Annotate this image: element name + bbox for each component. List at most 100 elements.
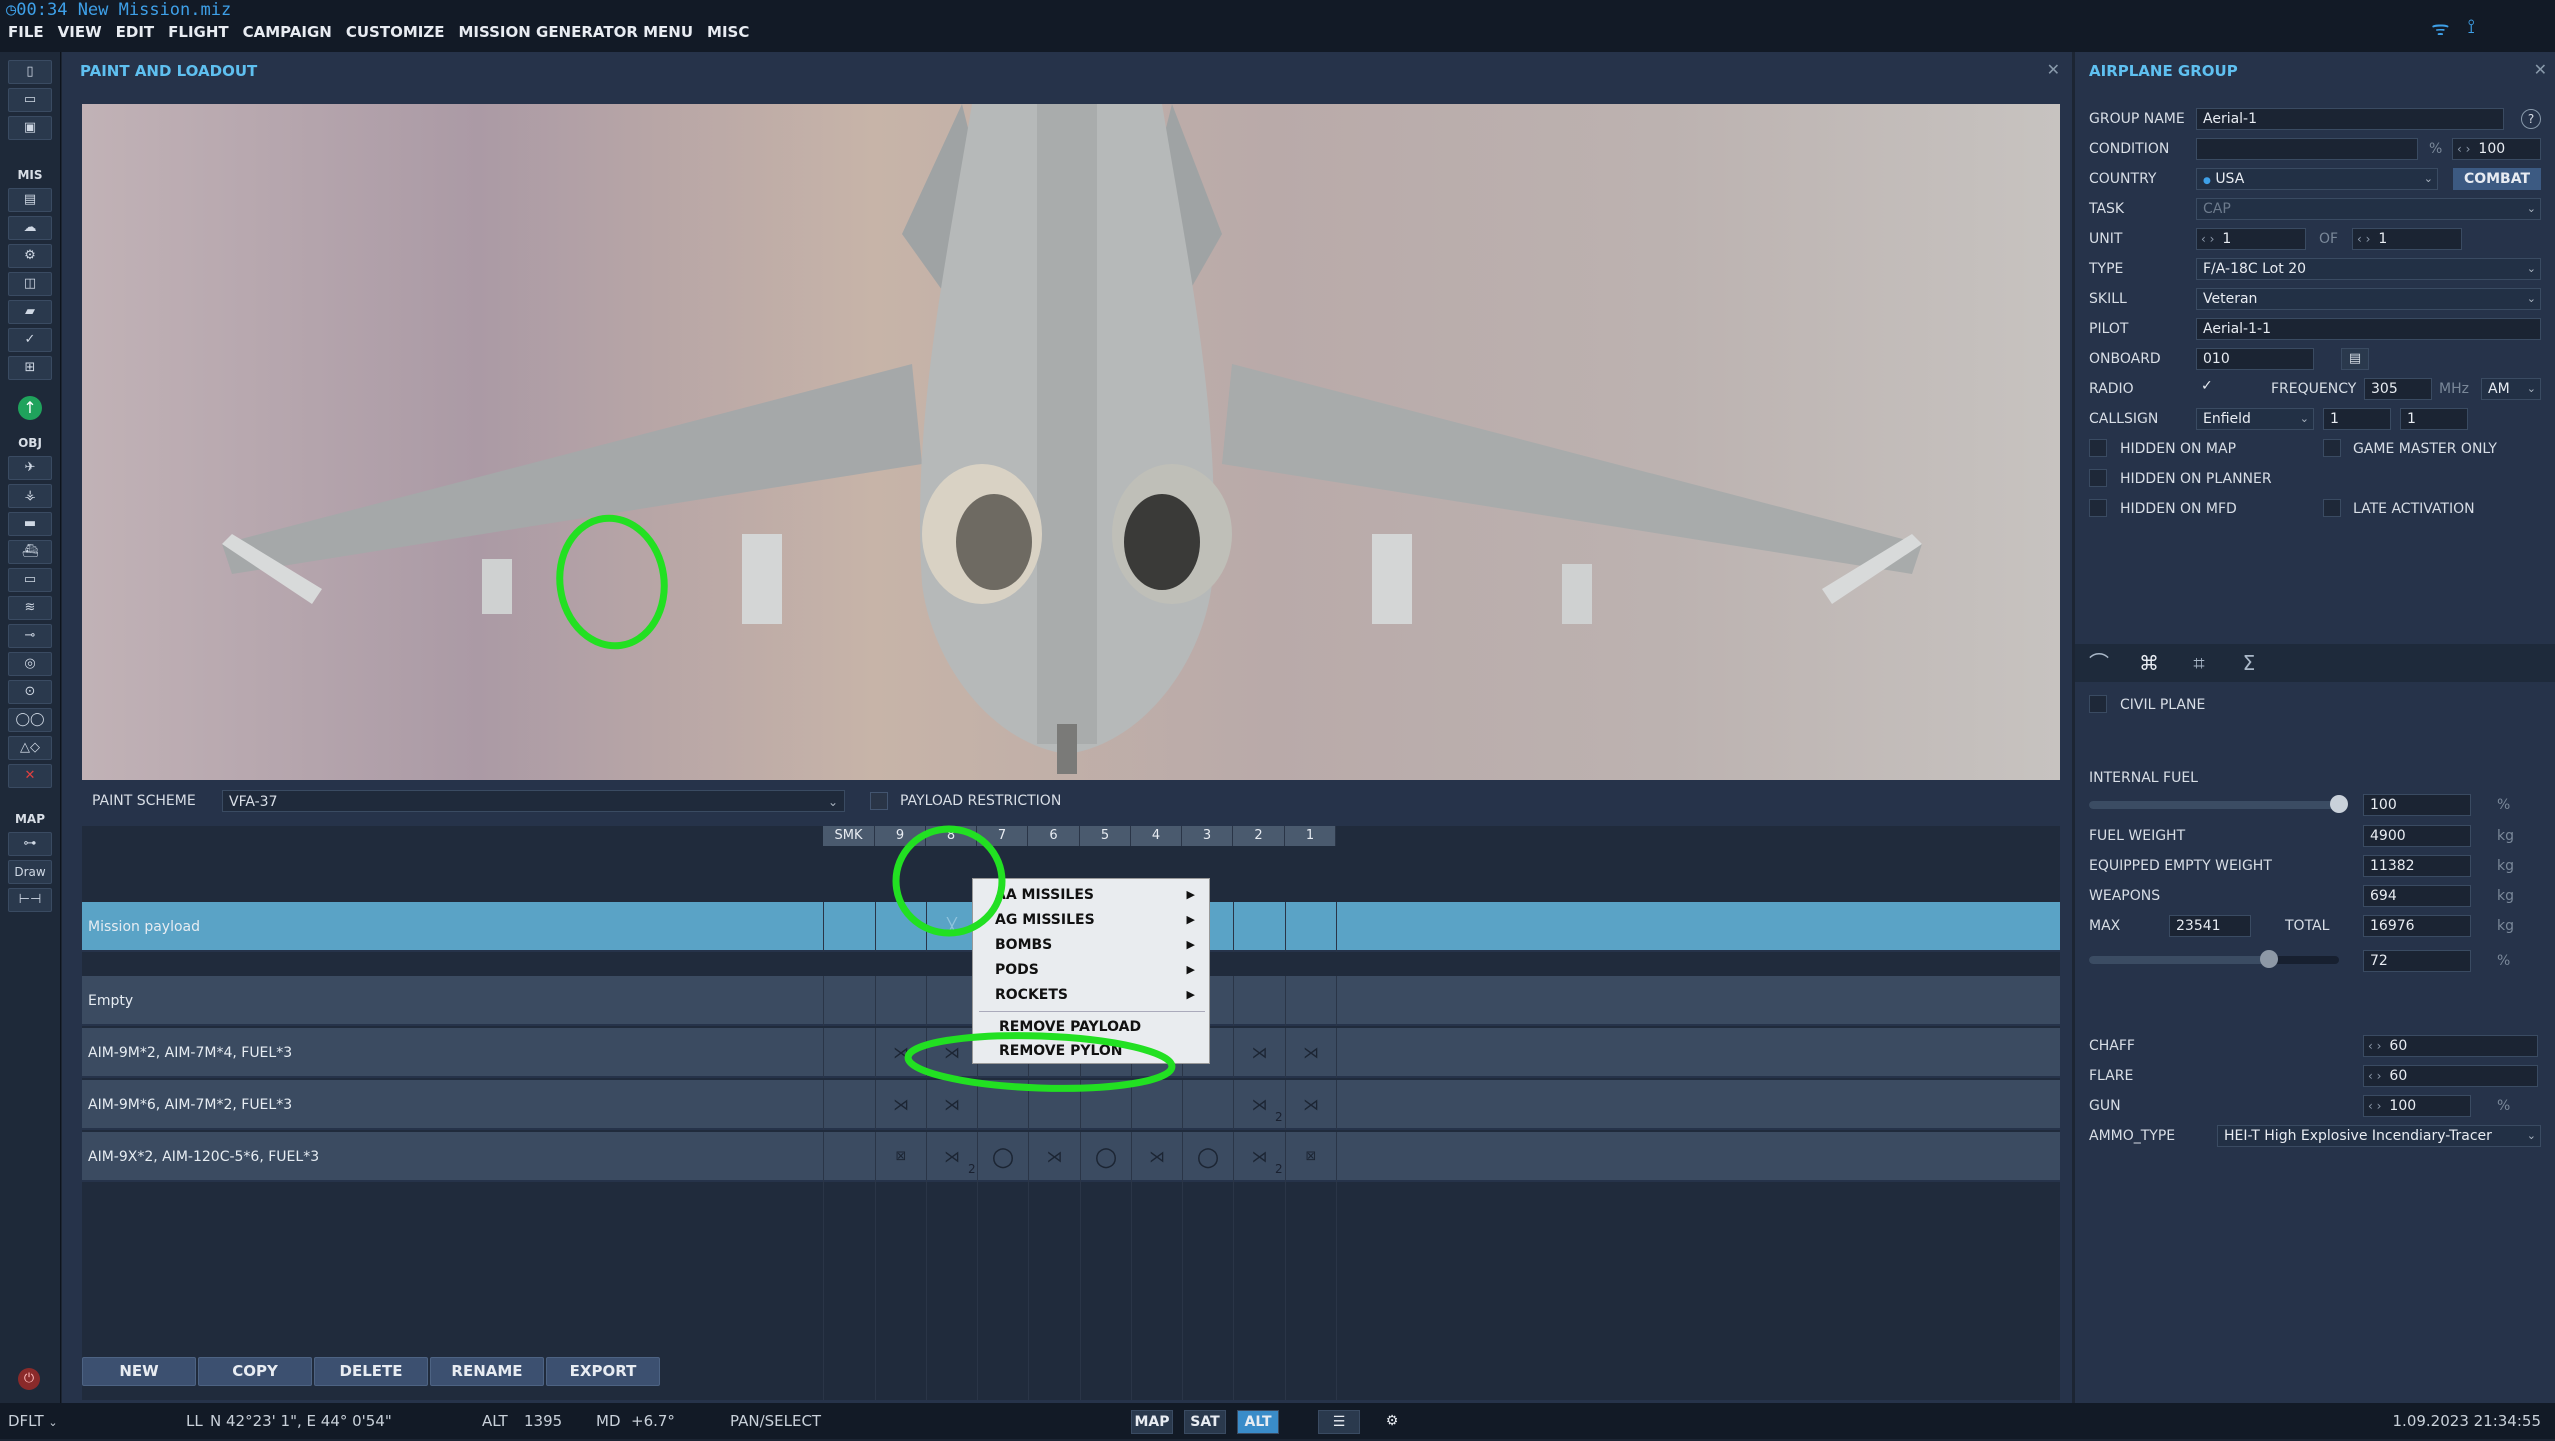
fuel-weight-input[interactable]: 4900 [2363,825,2471,847]
ammo-type-select[interactable]: HEI-T High Explosive Incendiary-Tracer ⌄ [2217,1125,2541,1147]
group-icon[interactable]: ◯◯ [8,708,52,732]
payload-row-aim9x2-aim120c6[interactable]: AIM-9X*2, AIM-120C-5*6, FUEL*3 ⊠ ⋊ 2 ○ ⋊… [82,1132,2060,1182]
antenna-icon[interactable]: ⟟ [2468,14,2475,41]
close-icon[interactable]: ✕ [2534,60,2547,79]
menu-view[interactable]: VIEW [58,23,102,49]
waypoint-icon[interactable]: ⊸ [8,624,52,648]
menu-file[interactable]: FILE [8,23,44,49]
callsign-select[interactable]: Enfield ⌄ [2196,408,2314,430]
pylon-cell[interactable] [1285,902,1336,952]
measure-icon[interactable]: ⊢⊣ [8,888,52,912]
briefing-icon[interactable]: ▤ [8,188,52,212]
delete-payload-button[interactable]: DELETE [314,1357,428,1386]
hidden-on-map-checkbox[interactable] [2089,439,2107,457]
condition-stepper[interactable]: ‹ › 100 [2452,138,2541,160]
ship-icon[interactable]: ⛴ [8,540,52,564]
of-stepper[interactable]: ‹ › 1 [2352,228,2462,250]
pylon-cell-crossed[interactable]: ╳ [926,902,977,952]
menu-item-remove-pylon[interactable]: REMOVE PYLON [999,1039,1199,1063]
resource-icon[interactable]: ⊞ [8,356,52,380]
sat-view-button[interactable]: SAT [1184,1410,1226,1434]
task-select[interactable]: CAP ⌄ [2196,198,2541,220]
check-icon[interactable]: ✓ [8,328,52,352]
late-activation-checkbox[interactable] [2323,499,2341,517]
gun-stepper[interactable]: ‹ › 100 [2363,1095,2471,1117]
menu-flight[interactable]: FLIGHT [168,23,228,49]
frequency-input[interactable]: 305 [2364,378,2432,400]
close-icon[interactable]: ✕ [2047,60,2060,79]
unit-stepper[interactable]: ‹ › 1 [2196,228,2306,250]
pylon-cell[interactable] [875,902,926,952]
open-file-icon[interactable]: ▭ [8,88,52,112]
menu-item-aa-missiles[interactable]: AA MISSILES ▶ [995,883,1195,907]
pylon-cell[interactable] [823,902,875,952]
profile-select[interactable]: DFLT ⌄ [8,1403,58,1441]
hidden-on-planner-checkbox[interactable] [2089,469,2107,487]
target-icon[interactable]: ◎ [8,652,52,676]
export-payload-button[interactable]: EXPORT [546,1357,660,1386]
condition-input[interactable] [2196,138,2418,160]
onboard-input[interactable]: 010 [2196,348,2314,370]
weather-icon[interactable]: ☁ [8,216,52,240]
radio-presets-tab-icon[interactable]: ⌗ [2179,650,2219,676]
fly-icon[interactable]: ↑ [18,396,42,420]
menu-item-bombs[interactable]: BOMBS ▶ [995,933,1195,957]
delete-icon[interactable]: ✕ [8,764,52,788]
pilot-input[interactable]: Aerial-1-1 [2196,318,2541,340]
menu-mission-generator[interactable]: MISSION GENERATOR MENU [458,23,693,49]
failures-icon[interactable]: ⚙ [8,244,52,268]
payload-row-aim9m6-aim7m2[interactable]: AIM-9M*6, AIM-7M*2, FUEL*3 ⋊ ⋊ ⋊ 2 ⋊ [82,1080,2060,1130]
menu-customize[interactable]: CUSTOMIZE [346,23,445,49]
summary-tab-icon[interactable]: Σ [2229,650,2269,676]
ground-unit-icon[interactable]: ▬ [8,512,52,536]
copy-payload-button[interactable]: COPY [198,1357,312,1386]
internal-fuel-input[interactable]: 100 [2363,794,2471,816]
modulation-select[interactable]: AM ⌄ [2481,378,2541,400]
static-object-icon[interactable]: ▭ [8,568,52,592]
chaff-stepper[interactable]: ‹ › 60 [2363,1035,2538,1057]
radio-checkbox[interactable]: ✓ [2201,378,2213,394]
shapes-icon[interactable]: △◇ [8,736,52,760]
trigger-zone-icon[interactable]: ▰ [8,300,52,324]
group-name-input[interactable]: Aerial-1 [2196,108,2504,130]
route-tab-icon[interactable]: ⌒ [2079,650,2119,676]
layers-icon[interactable]: ☰ [1318,1410,1360,1434]
internal-fuel-slider[interactable] [2089,795,2348,813]
document-icon[interactable]: ▤ [2341,348,2369,370]
alt-view-button[interactable]: ALT [1237,1410,1279,1434]
exit-icon[interactable]: ⏻ [18,1368,40,1390]
flare-stepper[interactable]: ‹ › 60 [2363,1065,2538,1087]
triggers-icon[interactable]: ◫ [8,272,52,296]
skill-select[interactable]: Veteran ⌄ [2196,288,2541,310]
draw-button[interactable]: Draw [8,860,52,884]
callsign-number-2[interactable]: 1 [2400,408,2468,430]
help-icon[interactable]: ? [2521,109,2541,129]
callsign-number-1[interactable]: 1 [2323,408,2391,430]
hidden-on-mfd-checkbox[interactable] [2089,499,2107,517]
payload-restriction-checkbox[interactable] [870,792,888,810]
menu-item-rockets[interactable]: ROCKETS ▶ [995,983,1195,1007]
rename-payload-button[interactable]: RENAME [430,1357,544,1386]
ruler-icon[interactable]: ⊙ [8,680,52,704]
game-master-only-checkbox[interactable] [2323,439,2341,457]
new-file-icon[interactable]: ▯ [8,60,52,84]
map-key-icon[interactable]: ⊶ [8,832,52,856]
type-select[interactable]: F/A-18C Lot 20 ⌄ [2196,258,2541,280]
new-payload-button[interactable]: NEW [82,1357,196,1386]
save-file-icon[interactable]: ▣ [8,116,52,140]
settings-icon[interactable]: ⚙ [1372,1410,1412,1432]
menu-item-remove-payload[interactable]: REMOVE PAYLOAD [999,1015,1199,1039]
menu-misc[interactable]: MISC [707,23,749,49]
aircraft-preview[interactable] [82,104,2060,780]
menu-edit[interactable]: EDIT [116,23,155,49]
combat-button[interactable]: COMBAT [2453,168,2541,190]
country-select[interactable]: ● USA ⌄ [2196,168,2438,190]
coord-mode[interactable]: LL [186,1403,203,1439]
template-icon[interactable]: ≋ [8,596,52,620]
map-view-button[interactable]: MAP [1131,1410,1173,1434]
slider-knob[interactable] [2330,795,2348,813]
civil-plane-checkbox[interactable] [2089,695,2107,713]
helicopter-icon[interactable]: ⚶ [8,484,52,508]
airplane-icon[interactable]: ✈ [8,456,52,480]
paint-scheme-select[interactable]: VFA-37 ⌄ [222,790,845,812]
